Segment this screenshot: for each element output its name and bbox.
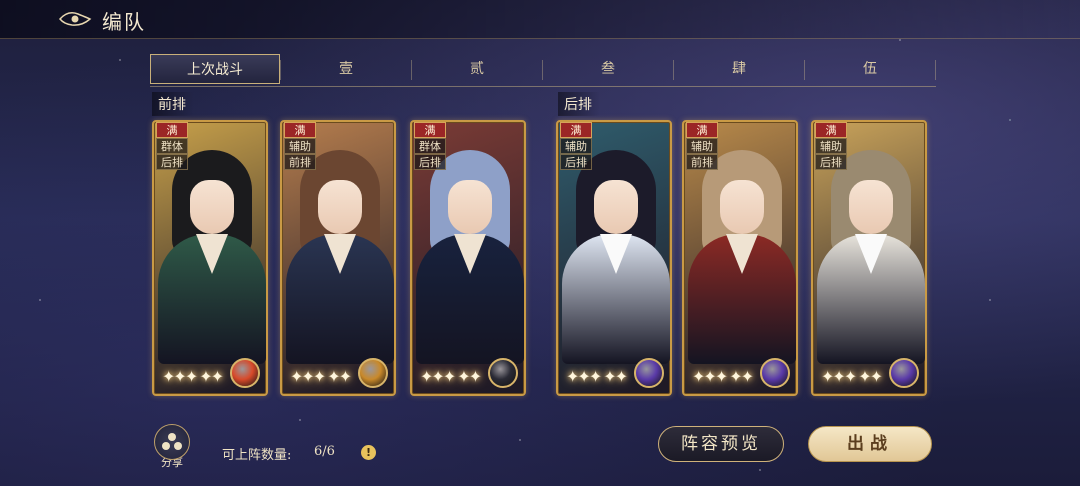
tab-team-1[interactable]: 壹 <box>281 54 411 84</box>
deploy-count-value: 6/6 <box>314 444 335 459</box>
max-level-badge: 满 <box>686 122 718 138</box>
page-title: 编队 <box>102 10 146 34</box>
deploy-count-label: 可上阵数量: <box>222 448 292 463</box>
position-tag: 后排 <box>414 154 446 170</box>
position-tag: 前排 <box>284 154 316 170</box>
role-tag: 群体 <box>156 138 188 154</box>
share-button[interactable]: 分享 <box>152 424 192 469</box>
character-card[interactable]: 满 辅助 后排 ✦✦✦ ✦✦ <box>556 120 672 396</box>
star-rating: ✦✦✦ ✦✦ <box>162 367 224 386</box>
max-level-badge: 满 <box>815 122 847 138</box>
role-tag: 辅助 <box>284 138 316 154</box>
max-level-badge: 满 <box>284 122 316 138</box>
position-tag: 后排 <box>815 154 847 170</box>
role-tag: 辅助 <box>815 138 847 154</box>
share-icon <box>154 424 190 460</box>
role-tag: 群体 <box>414 138 446 154</box>
role-tag: 辅助 <box>560 138 592 154</box>
star-rating: ✦✦✦ ✦✦ <box>420 367 482 386</box>
tab-team-5[interactable]: 伍 <box>805 54 935 84</box>
tab-last-battle[interactable]: 上次战斗 <box>150 54 280 84</box>
character-card[interactable]: 满 辅助 后排 ✦✦✦ ✦✦ <box>811 120 927 396</box>
star-rating: ✦✦✦ ✦✦ <box>692 367 754 386</box>
info-icon[interactable]: ! <box>361 445 376 460</box>
star-rating: ✦✦✦ ✦✦ <box>821 367 883 386</box>
max-level-badge: 满 <box>414 122 446 138</box>
star-rating: ✦✦✦ ✦✦ <box>566 367 628 386</box>
star-orb-icon[interactable] <box>889 358 919 388</box>
star-rating: ✦✦✦ ✦✦ <box>290 367 352 386</box>
character-card[interactable]: 满 辅助 前排 ✦✦✦ ✦✦ <box>280 120 396 396</box>
team-tabs: 上次战斗 壹 贰 叁 肆 伍 <box>150 54 936 87</box>
character-card[interactable]: 满 辅助 前排 ✦✦✦ ✦✦ <box>682 120 798 396</box>
tab-team-4[interactable]: 肆 <box>674 54 804 84</box>
front-row-label: 前排 <box>152 92 194 116</box>
star-orb-icon[interactable] <box>634 358 664 388</box>
sun-orb-icon[interactable] <box>358 358 388 388</box>
back-row-label: 后排 <box>558 92 600 116</box>
tab-team-2[interactable]: 贰 <box>412 54 542 84</box>
tab-team-3[interactable]: 叁 <box>543 54 673 84</box>
deploy-battle-button[interactable]: 出战 <box>808 426 932 462</box>
position-tag: 前排 <box>686 154 718 170</box>
star-orb-icon[interactable] <box>760 358 790 388</box>
max-level-badge: 满 <box>560 122 592 138</box>
sun-orb-icon[interactable] <box>230 358 260 388</box>
cloud-eye-icon[interactable] <box>58 8 92 30</box>
position-tag: 后排 <box>156 154 188 170</box>
max-level-badge: 满 <box>156 122 188 138</box>
role-tag: 辅助 <box>686 138 718 154</box>
top-bar: 编队 <box>0 0 1080 39</box>
eye-orb-icon[interactable] <box>488 358 518 388</box>
character-card[interactable]: 满 群体 后排 ✦✦✦ ✦✦ <box>410 120 526 396</box>
character-card[interactable]: 满 群体 后排 ✦✦✦ ✦✦ <box>152 120 268 396</box>
position-tag: 后排 <box>560 154 592 170</box>
lineup-preview-button[interactable]: 阵容预览 <box>658 426 784 462</box>
